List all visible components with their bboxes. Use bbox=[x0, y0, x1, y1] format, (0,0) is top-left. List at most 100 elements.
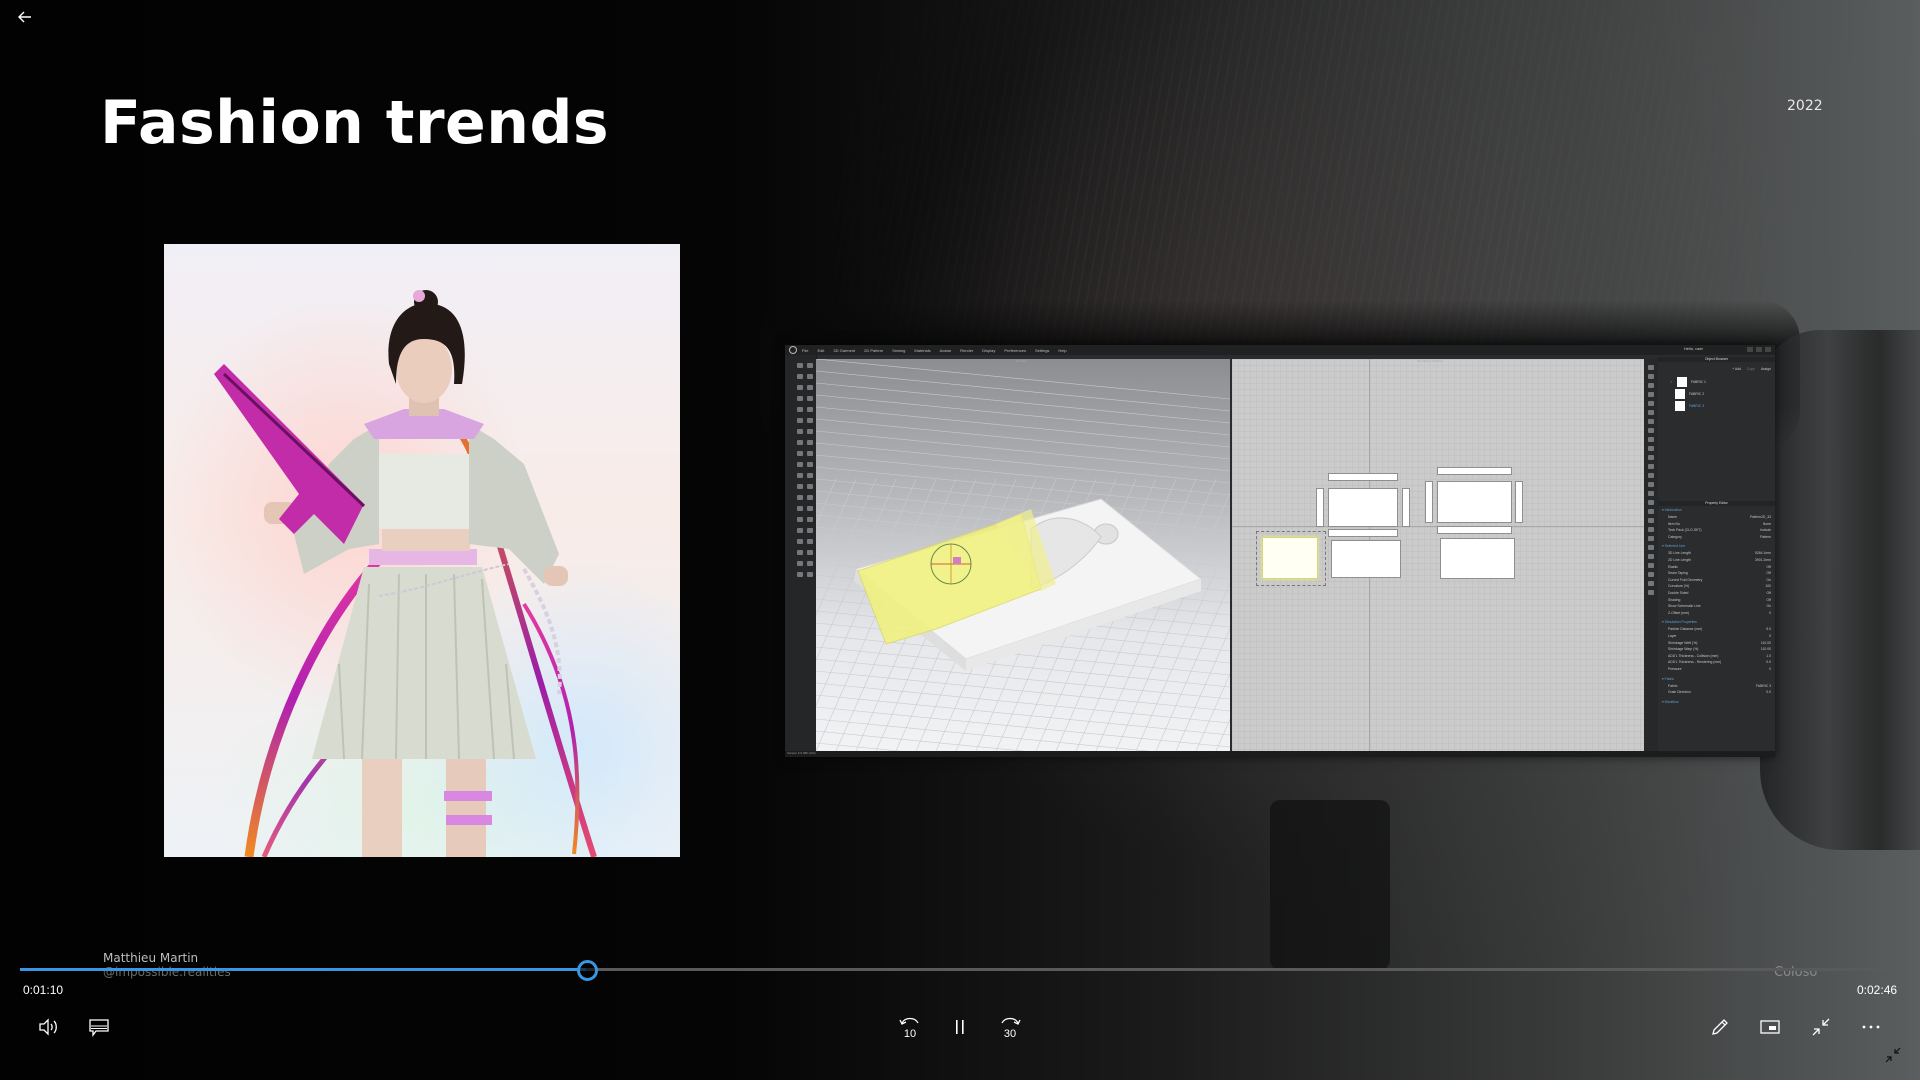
app-window-buttons bbox=[1747, 347, 1771, 352]
pattern-piece bbox=[1316, 488, 1324, 527]
pattern-piece bbox=[1328, 529, 1398, 537]
app-tool-icon bbox=[1648, 545, 1654, 550]
app-left-toolbar bbox=[785, 355, 817, 751]
property-label: Category bbox=[1668, 534, 1682, 539]
miniplayer-button[interactable] bbox=[1755, 1012, 1785, 1042]
property-label: Name bbox=[1668, 515, 1678, 519]
property-label: Pressure bbox=[1668, 667, 1682, 671]
app-tool-icon bbox=[1648, 491, 1654, 496]
property-label: 3D Line Length bbox=[1668, 551, 1691, 556]
property-label: Double Sided bbox=[1668, 591, 1689, 595]
property-value: On bbox=[1766, 577, 1771, 582]
property-label: Seam Taping bbox=[1668, 571, 1688, 576]
property-value: None bbox=[1762, 521, 1771, 526]
grid-line bbox=[1115, 491, 1230, 751]
seek-bar[interactable] bbox=[20, 960, 1895, 981]
seek-bar-thumb[interactable] bbox=[576, 960, 598, 981]
thigh-strap bbox=[446, 815, 492, 825]
property-label: Curvature (%) bbox=[1668, 584, 1690, 589]
property-section-header: ▾ Workflow bbox=[1662, 699, 1679, 704]
app-menu-3d-garment: 3D Garment bbox=[833, 347, 856, 353]
app-right-panel: Object Browser + Add Copy Assign ✓ FABRIC… bbox=[1658, 355, 1775, 751]
forward-30-button[interactable]: 30 bbox=[995, 1012, 1025, 1042]
grid-line bbox=[816, 406, 1230, 448]
more-icon bbox=[1862, 1025, 1880, 1029]
fabric-swatch bbox=[1675, 401, 1685, 411]
app-logo-icon bbox=[789, 346, 797, 354]
app-menu-settings: Settings bbox=[1034, 347, 1050, 353]
app-tool-icon bbox=[807, 517, 813, 522]
hand bbox=[544, 566, 568, 586]
property-row: Shrinkage Warp (%) 110.00 bbox=[1668, 647, 1771, 653]
app-tool-icon bbox=[1648, 419, 1654, 424]
corner-resize-handle[interactable] bbox=[1880, 1042, 1906, 1068]
background-portrait-ear-device bbox=[1270, 800, 1390, 970]
waistband bbox=[369, 549, 477, 565]
pause-button[interactable] bbox=[945, 1012, 975, 1042]
captions-button[interactable] bbox=[84, 1012, 114, 1042]
app-tool-icon bbox=[1648, 482, 1654, 487]
property-value: 110.00 bbox=[1760, 640, 1771, 645]
property-row: Curvature (%) 100 bbox=[1668, 584, 1771, 590]
fashion-render-image bbox=[164, 244, 680, 857]
app-menu-edit: Edit bbox=[817, 347, 825, 353]
grid-line bbox=[816, 394, 1230, 436]
edit-button[interactable] bbox=[1705, 1012, 1735, 1042]
property-section-header: ▾ Information bbox=[1662, 508, 1682, 512]
property-label: Z-Offset (mm) bbox=[1668, 610, 1690, 615]
pattern-piece bbox=[1437, 526, 1512, 534]
rewind-10-button[interactable]: 10 bbox=[895, 1012, 925, 1042]
app-tool-icon bbox=[807, 462, 813, 467]
app-tool-icon bbox=[1648, 536, 1654, 541]
app-menu-materials: Materials bbox=[914, 347, 931, 353]
slide-credit: Matthieu Martin @impossible.realities bbox=[103, 951, 231, 979]
app-menu-file: File bbox=[802, 347, 809, 353]
fabric-swatch bbox=[1675, 389, 1685, 399]
property-row: Layer 0 bbox=[1668, 634, 1771, 640]
back-button[interactable] bbox=[14, 6, 36, 28]
exit-fullscreen-button[interactable] bbox=[1806, 1012, 1836, 1042]
pattern-piece bbox=[1402, 488, 1410, 527]
app-tool-icon bbox=[807, 374, 813, 379]
property-row: Category Pattern bbox=[1668, 535, 1771, 541]
app-tool-icon bbox=[1648, 509, 1654, 514]
app-tool-icon bbox=[797, 484, 803, 489]
app-tool-icon bbox=[797, 528, 803, 533]
property-value: 110.00 bbox=[1760, 647, 1771, 652]
pattern-piece bbox=[1328, 488, 1398, 527]
grid-line bbox=[816, 466, 1230, 508]
property-value: 3901.2mm bbox=[1754, 558, 1771, 562]
grid-line bbox=[816, 442, 1230, 484]
property-label: Item No bbox=[1668, 521, 1680, 526]
grid-line bbox=[816, 382, 1230, 424]
property-row: 2D Line Length 3901.2mm bbox=[1668, 558, 1771, 564]
more-button[interactable] bbox=[1856, 1012, 1886, 1042]
pause-icon bbox=[956, 1020, 964, 1034]
property-row: Show Schematic Line On bbox=[1668, 604, 1771, 610]
property-row: ADD'L Thickness - Rendering (mm) 0.0 bbox=[1668, 660, 1771, 666]
property-value: 100 bbox=[1765, 584, 1771, 589]
object-browser-actions: + Add Copy Assign bbox=[1732, 367, 1771, 371]
grid-line bbox=[816, 454, 1230, 496]
property-value: 0.0 bbox=[1766, 660, 1771, 665]
app-tool-icon bbox=[797, 407, 803, 412]
app-tool-icon bbox=[797, 418, 803, 423]
property-label: ADD'L Thickness - Rendering (mm) bbox=[1668, 660, 1722, 665]
hair-flower bbox=[413, 290, 425, 302]
property-value: Off bbox=[1766, 591, 1771, 595]
object-browser-title: Object Browser bbox=[1658, 357, 1775, 362]
grid-line bbox=[816, 706, 1230, 748]
app-tool-icon bbox=[807, 539, 813, 544]
property-value: On bbox=[1766, 604, 1771, 609]
property-row: Curved Fold Geometry On bbox=[1668, 578, 1771, 584]
app-tool-icon bbox=[797, 440, 803, 445]
pattern-piece bbox=[1437, 467, 1512, 475]
volume-button[interactable] bbox=[34, 1012, 64, 1042]
app-tool-icon bbox=[1648, 554, 1654, 559]
fabric-name: FABRIC 3 bbox=[1689, 404, 1705, 408]
app-2d-pattern-view: 2D Pattern Window bbox=[1232, 359, 1644, 751]
grid-line bbox=[816, 670, 1230, 712]
property-label: Tech Pack (CLO-SET) bbox=[1668, 528, 1702, 533]
property-value: 0.0 bbox=[1766, 690, 1771, 695]
property-editor-title: Property Editor bbox=[1658, 501, 1775, 506]
